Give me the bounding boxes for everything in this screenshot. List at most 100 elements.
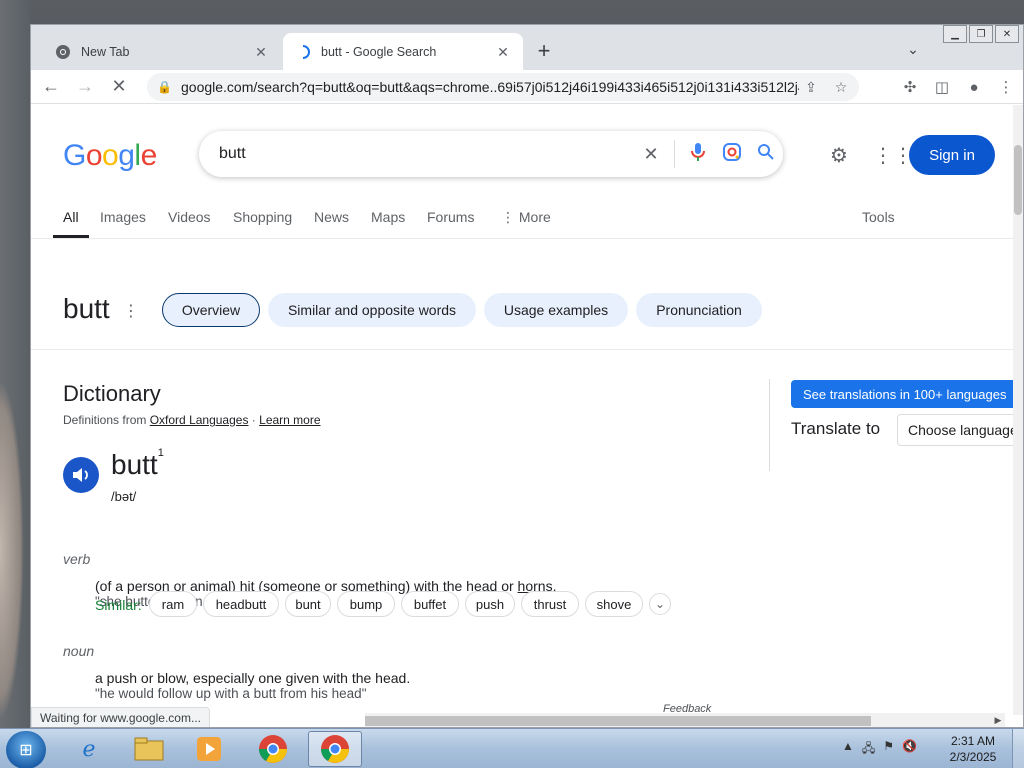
expand-similar-chevron-icon[interactable]: ⌄	[649, 593, 671, 615]
chrome-taskbar-icon[interactable]	[246, 731, 300, 767]
chip-usage-examples[interactable]: Usage examples	[484, 293, 628, 327]
volume-muted-icon[interactable]: 🔇	[902, 739, 917, 760]
action-center-flag-icon[interactable]: ⚑	[883, 739, 894, 760]
nav-more[interactable]: ⋮ More	[501, 209, 551, 226]
file-explorer-icon[interactable]	[122, 731, 176, 767]
sign-in-button[interactable]: Sign in	[909, 135, 995, 175]
extensions-icon[interactable]: ✣	[897, 73, 923, 101]
nav-tools[interactable]: Tools	[862, 209, 895, 225]
forward-button[interactable]: →	[71, 73, 99, 101]
part-of-speech-noun: noun	[63, 643, 95, 659]
oxford-languages-link[interactable]: Oxford Languages	[150, 413, 249, 427]
start-button[interactable]: ⊞	[6, 731, 46, 768]
url-text[interactable]: google.com/search?q=butt&oq=butt&aqs=chr…	[181, 79, 799, 95]
synonym-chip[interactable]: headbutt	[203, 591, 279, 617]
restore-button[interactable]: ❐	[969, 25, 993, 43]
show-hidden-icons-icon[interactable]: ▲	[842, 739, 854, 760]
search-input[interactable]: butt	[219, 145, 634, 163]
tab-new-tab[interactable]: New Tab ✕	[43, 33, 281, 70]
headword: butt1	[111, 447, 164, 481]
network-icon[interactable]: 🖧	[862, 739, 875, 760]
system-clock[interactable]: 2:31 AM 2/3/2025	[944, 733, 1002, 765]
toolbar-actions: ✣ ◫ ● ⋮	[897, 73, 1019, 101]
chrome-taskbar-active-icon[interactable]	[308, 731, 362, 767]
google-logo[interactable]: Google	[63, 139, 157, 173]
search-nav: All Images Videos Shopping News Maps For…	[31, 205, 1015, 239]
word-options-icon[interactable]: ⋮	[123, 301, 139, 321]
nav-maps[interactable]: Maps	[371, 209, 405, 225]
synonym-chip[interactable]: buffet	[401, 591, 459, 617]
search-box[interactable]: butt ✕	[199, 131, 783, 177]
new-tab-button[interactable]: +	[531, 39, 557, 65]
headword-text: butt	[111, 449, 158, 480]
apps-grid-icon[interactable]: ⋮⋮⋮	[873, 143, 933, 167]
nav-videos[interactable]: Videos	[168, 209, 211, 225]
tab-search-icon[interactable]: ⌄	[903, 41, 923, 61]
horizontal-scrollbar[interactable]: ▶	[365, 713, 1005, 727]
synonym-chip[interactable]: bunt	[285, 591, 331, 617]
show-desktop-button[interactable]	[1012, 729, 1024, 768]
see-translations-button[interactable]: See translations in 100+ languages	[791, 380, 1015, 408]
synonym-chip[interactable]: thrust	[521, 591, 579, 617]
nav-news[interactable]: News	[314, 209, 349, 225]
close-tab-icon[interactable]: ✕	[253, 44, 269, 60]
synonym-chip[interactable]: push	[465, 591, 515, 617]
clear-icon[interactable]: ✕	[634, 144, 668, 165]
minimize-button[interactable]: ▁	[943, 25, 967, 43]
clock-time: 2:31 AM	[950, 734, 996, 748]
search-icon[interactable]	[749, 143, 783, 166]
stop-loading-button[interactable]: ✕	[105, 73, 133, 101]
tab-google-search[interactable]: butt - Google Search ✕	[283, 33, 523, 70]
nav-more-label: More	[518, 209, 551, 225]
divider	[674, 140, 675, 168]
logo-letter: e	[140, 139, 158, 172]
speaker-icon	[73, 468, 88, 482]
scroll-right-arrow-icon[interactable]: ▶	[991, 713, 1005, 727]
lens-camera-icon[interactable]	[715, 142, 749, 167]
translate-to-label: Translate to	[791, 419, 881, 438]
headword-sense-number: 1	[157, 447, 164, 459]
phonetic: /bət/	[111, 489, 137, 504]
close-window-button[interactable]: ✕	[995, 25, 1019, 43]
part-of-speech-verb: verb	[63, 551, 91, 567]
synonym-chip[interactable]: shove	[585, 591, 643, 617]
vertical-scrollbar[interactable]	[1013, 105, 1023, 715]
browser-window: New Tab ✕ butt - Google Search ✕ + ⌄ ▁ ❐…	[30, 24, 1024, 728]
media-player-icon[interactable]	[182, 731, 236, 767]
profile-avatar-icon[interactable]: ●	[961, 73, 987, 101]
side-panel-icon[interactable]: ◫	[929, 73, 955, 101]
close-tab-icon[interactable]: ✕	[495, 44, 511, 60]
share-icon[interactable]: ⇪	[799, 79, 823, 96]
nav-all[interactable]: All	[63, 209, 79, 225]
menu-kebab-icon[interactable]: ⋮	[993, 73, 1019, 101]
logo-letter: o	[85, 139, 103, 172]
separator: ·	[248, 413, 260, 427]
pronounce-speaker-button[interactable]	[63, 457, 99, 493]
lock-icon[interactable]: 🔒	[157, 80, 172, 94]
word-title: butt	[63, 293, 110, 324]
divider	[31, 349, 1015, 350]
settings-gear-icon[interactable]: ⚙	[827, 143, 851, 167]
nav-images[interactable]: Images	[100, 209, 146, 225]
internet-explorer-icon[interactable]: ℯ	[62, 731, 116, 767]
back-button[interactable]: ←	[37, 73, 65, 101]
choose-language-select[interactable]: Choose language	[897, 414, 1015, 446]
active-tab-indicator	[53, 235, 89, 238]
microphone-icon[interactable]	[681, 142, 715, 167]
learn-more-link[interactable]: Learn more	[259, 413, 320, 427]
scroll-thumb[interactable]	[365, 716, 871, 726]
chip-similar-opposite[interactable]: Similar and opposite words	[268, 293, 476, 327]
chip-overview[interactable]: Overview	[162, 293, 260, 327]
synonym-chip[interactable]: bump	[337, 591, 395, 617]
page-content: Google butt ✕ ⚙ ⋮⋮⋮ Sign in All Images V…	[31, 105, 1015, 715]
status-bubble: Waiting for www.google.com...	[31, 707, 210, 727]
bookmark-star-icon[interactable]: ☆	[829, 79, 853, 96]
nav-shopping[interactable]: Shopping	[233, 209, 292, 225]
desktop-wallpaper-detail	[0, 380, 24, 720]
chip-pronunciation[interactable]: Pronunciation	[636, 293, 762, 327]
address-bar[interactable]: 🔒 google.com/search?q=butt&oq=butt&aqs=c…	[147, 73, 859, 101]
definition-noun: a push or blow, especially one given wit…	[95, 670, 411, 686]
synonym-chip[interactable]: ram	[149, 591, 197, 617]
nav-forums[interactable]: Forums	[427, 209, 474, 225]
scroll-thumb[interactable]	[1014, 145, 1022, 215]
